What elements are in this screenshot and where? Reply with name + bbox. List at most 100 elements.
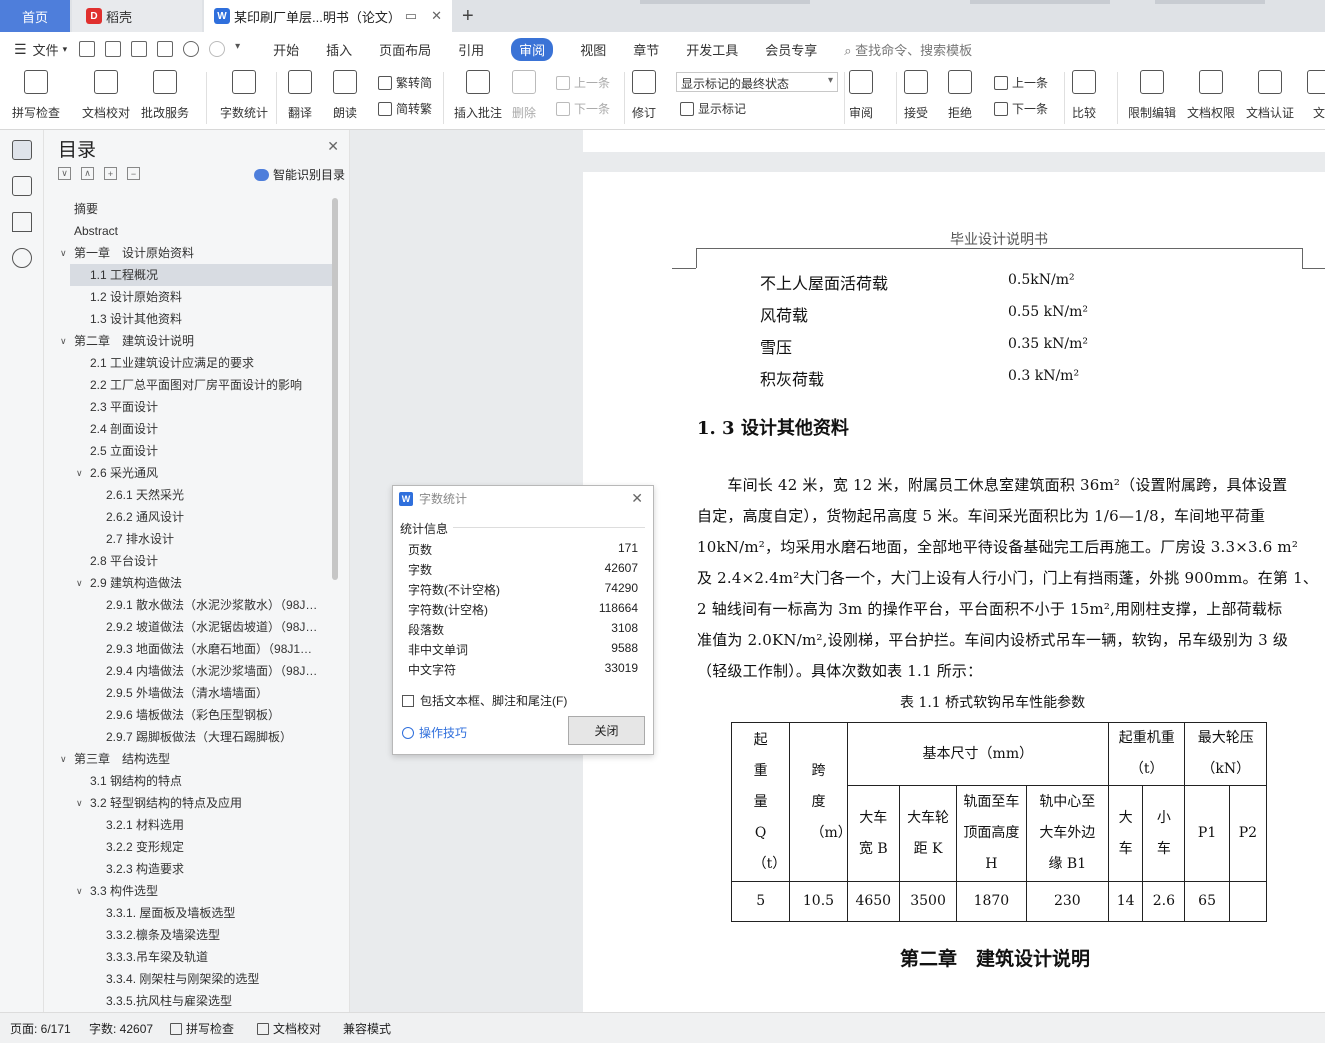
print-icon[interactable]	[131, 41, 148, 57]
page-indicator[interactable]: 页面: 6/171	[10, 1020, 71, 1037]
float-window-icon[interactable]: ▭	[405, 8, 417, 24]
word-count-button[interactable]: 字数统计	[220, 70, 268, 121]
accept-button[interactable]: 接受	[904, 70, 928, 121]
batch-service-button[interactable]: 批改服务	[141, 70, 189, 121]
toc-panel-icon[interactable]	[12, 140, 32, 160]
toc-item[interactable]: ∨ 第三章 结构选型	[44, 748, 334, 770]
insert-comment-button[interactable]: 插入批注	[454, 70, 502, 121]
expand-all-icon[interactable]: ∨	[58, 167, 71, 180]
dialog-close-icon[interactable]: ✕	[631, 490, 643, 507]
toc-item[interactable]: 3.1 钢结构的特点	[44, 770, 334, 792]
tab-document[interactable]: W 某印刷厂单层...明书（论文） ▭ ✕	[204, 0, 452, 32]
export-pdf-icon[interactable]	[105, 41, 122, 57]
redo-icon[interactable]	[209, 41, 226, 57]
doc-certify-button[interactable]: 文档认证	[1246, 70, 1294, 121]
delete-comment-button[interactable]: 删除	[512, 70, 536, 121]
toc-item[interactable]: ∨ 3.3 构件选型	[44, 880, 334, 902]
menu-start[interactable]: 开始	[273, 40, 299, 59]
new-tab-button[interactable]: +	[462, 5, 474, 28]
menu-member[interactable]: 会员专享	[765, 40, 817, 59]
compare-button[interactable]: 比较	[1072, 70, 1096, 121]
toc-scrollbar[interactable]	[332, 198, 338, 580]
menu-view[interactable]: 视图	[580, 40, 606, 59]
menu-review[interactable]: 审阅	[511, 37, 554, 61]
toc-item[interactable]: 2.6.2 通风设计	[44, 506, 334, 528]
toc-item[interactable]: 2.9.4 内墙做法（水泥沙浆墙面）（98J…	[44, 660, 334, 682]
toc-item[interactable]: ∨ 2.9 建筑构造做法	[44, 572, 334, 594]
markup-state-select[interactable]: 显示标记的最终状态	[676, 72, 838, 92]
close-button[interactable]: 关闭	[568, 716, 645, 745]
menu-references[interactable]: 引用	[458, 40, 484, 59]
toc-item[interactable]: 2.8 平台设计	[44, 550, 334, 572]
chevron-down-icon[interactable]: ∨	[76, 462, 83, 484]
simp-to-trad-button[interactable]: 简转繁	[378, 100, 432, 117]
trad-to-simp-button[interactable]: 繁转简	[378, 74, 432, 91]
menu-layout[interactable]: 页面布局	[379, 40, 431, 59]
add-item-icon[interactable]: +	[104, 167, 117, 180]
menu-insert[interactable]: 插入	[326, 40, 352, 59]
chevron-down-icon[interactable]: ∨	[76, 880, 83, 902]
tab-docer[interactable]: D 稻壳	[72, 0, 202, 32]
close-icon[interactable]: ✕	[327, 138, 339, 155]
dialog-titlebar[interactable]: W 字数统计	[393, 486, 653, 511]
toc-item[interactable]: Abstract	[44, 220, 334, 242]
read-aloud-button[interactable]: 朗读	[333, 70, 357, 121]
spell-check-status[interactable]: 拼写检查	[170, 1020, 234, 1037]
toc-item[interactable]: 3.2.1 材料选用	[44, 814, 334, 836]
toc-item[interactable]: 2.6.1 天然采光	[44, 484, 334, 506]
toc-item[interactable]: 2.3 平面设计	[44, 396, 334, 418]
track-changes-button[interactable]: 修订	[632, 70, 656, 121]
toc-item[interactable]: 3.3.1. 屋面板及墙板选型	[44, 902, 334, 924]
toc-item[interactable]: 摘要	[44, 198, 334, 220]
toc-item[interactable]: ∨ 2.6 采光通风	[44, 462, 334, 484]
toc-item[interactable]: 2.9.7 踢脚板做法（大理石踢脚板）	[44, 726, 334, 748]
toc-item[interactable]: 1.2 设计原始资料	[44, 286, 334, 308]
toc-item[interactable]: 3.3.5.抗风柱与雇梁选型	[44, 990, 334, 1012]
next-change-button[interactable]: 下一条	[994, 100, 1048, 117]
toc-item[interactable]: 2.4 剖面设计	[44, 418, 334, 440]
chevron-down-icon[interactable]: ∨	[60, 748, 67, 770]
more-ribbon-button[interactable]: 文	[1307, 70, 1325, 121]
restrict-editing-button[interactable]: 限制编辑	[1128, 70, 1176, 121]
toc-item[interactable]: 2.2 工厂总平面图对厂房平面设计的影响	[44, 374, 334, 396]
command-search[interactable]: ⌕ 查找命令、搜索模板	[844, 40, 972, 59]
toc-item[interactable]: 3.3.2.檩条及墙梁选型	[44, 924, 334, 946]
tips-link[interactable]: 操作技巧	[402, 724, 467, 741]
toc-item[interactable]: 2.9.6 墙板做法（彩色压型钢板）	[44, 704, 334, 726]
spell-check-button[interactable]: 拼写检查	[12, 70, 60, 121]
undo-icon[interactable]	[183, 41, 200, 57]
toc-item[interactable]: 2.9.5 外墙做法（清水墙墙面）	[44, 682, 334, 704]
menu-section[interactable]: 章节	[633, 40, 659, 59]
toc-item[interactable]: 3.2.3 构造要求	[44, 858, 334, 880]
toc-item[interactable]: 2.1 工业建筑设计应满足的要求	[44, 352, 334, 374]
toc-item[interactable]: 1.3 设计其他资料	[44, 308, 334, 330]
chevron-down-icon[interactable]: ∨	[76, 572, 83, 594]
review-pane-button[interactable]: 审阅	[849, 70, 873, 121]
bookmark-icon[interactable]	[12, 212, 32, 232]
chevron-down-icon[interactable]: ∨	[60, 242, 67, 264]
doc-rights-button[interactable]: 文档权限	[1187, 70, 1235, 121]
tab-home[interactable]: 首页	[0, 0, 70, 32]
file-menu[interactable]: ☰ 文件 ▾	[14, 40, 67, 59]
word-count-indicator[interactable]: 字数: 42607	[89, 1020, 153, 1037]
show-markup-button[interactable]: 显示标记	[680, 100, 746, 117]
menu-developer[interactable]: 开发工具	[686, 40, 738, 59]
toc-item[interactable]: ∨ 第二章 建筑设计说明	[44, 330, 334, 352]
include-textbox-checkbox[interactable]: 包括文本框、脚注和尾注(F)	[402, 692, 567, 709]
customize-icon[interactable]: ▾	[235, 41, 251, 57]
print-preview-icon[interactable]	[157, 41, 174, 57]
toc-item[interactable]: 2.7 排水设计	[44, 528, 334, 550]
prev-change-button[interactable]: 上一条	[994, 74, 1048, 91]
toc-item[interactable]: 2.9.1 散水做法（水泥沙浆散水）（98J…	[44, 594, 334, 616]
search-panel-icon[interactable]	[12, 248, 32, 268]
next-comment-button[interactable]: 下一条	[556, 100, 610, 117]
toc-item[interactable]: 3.3.3.吊车梁及轨道	[44, 946, 334, 968]
toc-item[interactable]: 2.9.3 地面做法（水磨石地面）（98J1…	[44, 638, 334, 660]
checkbox-box[interactable]	[402, 694, 414, 707]
prev-comment-button[interactable]: 上一条	[556, 74, 610, 91]
chevron-down-icon[interactable]: ∨	[76, 792, 83, 814]
toc-item[interactable]: 3.2.2 变形规定	[44, 836, 334, 858]
chevron-down-icon[interactable]: ∨	[60, 330, 67, 352]
doc-check-status[interactable]: 文档校对	[257, 1020, 321, 1037]
toc-item[interactable]: 1.1 工程概况	[70, 264, 334, 286]
